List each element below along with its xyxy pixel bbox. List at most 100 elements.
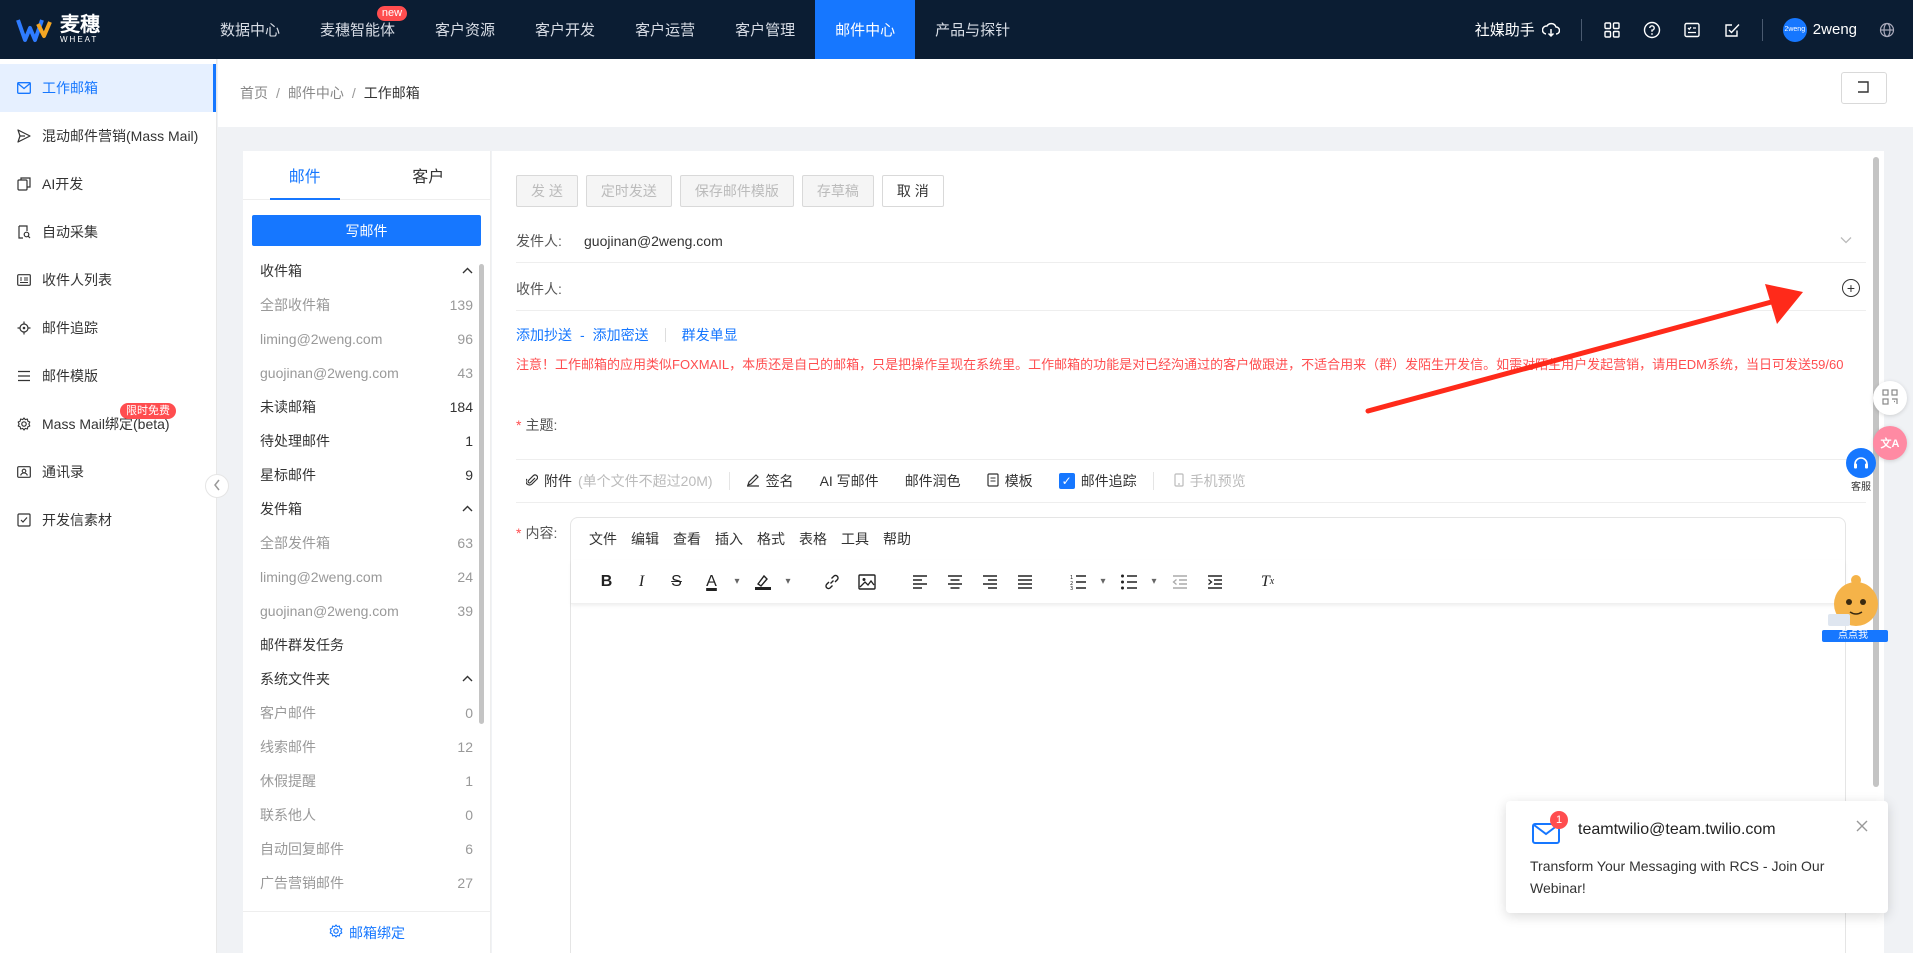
customer-service-button[interactable]: 客服 (1843, 448, 1879, 493)
nav-customer-operations[interactable]: 客户运营 (615, 0, 715, 59)
nav-products-probe[interactable]: 产品与探针 (915, 0, 1030, 59)
link-icon[interactable] (814, 567, 849, 597)
mass-single-display-link[interactable]: 群发单显 (682, 325, 738, 345)
edit-button[interactable] (1712, 20, 1752, 40)
mail-notification[interactable]: 1 teamtwilio@team.twilio.com Transform Y… (1506, 801, 1888, 913)
image-icon[interactable] (849, 567, 884, 597)
sidebar-item-ai-dev[interactable]: AI开发 (0, 160, 216, 208)
help-button[interactable] (1632, 20, 1672, 40)
folder-item-unread[interactable]: 未读邮箱 184 (243, 390, 490, 424)
inbox-group-header[interactable]: 收件箱 (243, 254, 490, 288)
indent-icon[interactable] (1197, 567, 1232, 597)
clear-format-icon[interactable]: Tx (1250, 567, 1285, 597)
nav-customer-management[interactable]: 客户管理 (715, 0, 815, 59)
align-left-icon[interactable] (902, 567, 937, 597)
folder-item[interactable]: 自动回复邮件 6 (243, 832, 490, 866)
sidebar-item-mail-tracking[interactable]: 邮件追踪 (0, 304, 216, 352)
menu-table[interactable]: 表格 (799, 529, 827, 549)
user-menu[interactable]: 2weng 2weng (1773, 17, 1867, 42)
media-helper-button[interactable]: 社媒助手 (1465, 19, 1571, 40)
menu-file[interactable]: 文件 (589, 529, 617, 549)
chevron-down-icon[interactable]: ▾ (729, 567, 745, 597)
menu-help[interactable]: 帮助 (883, 529, 911, 549)
breadcrumb-home[interactable]: 首页 (240, 83, 268, 103)
save-template-button[interactable]: 保存邮件模版 (679, 175, 794, 207)
outdent-icon[interactable] (1162, 567, 1197, 597)
tab-customer[interactable]: 客户 (367, 151, 491, 199)
polish-button[interactable]: 邮件润色 (895, 471, 977, 491)
bold-icon[interactable]: B (589, 567, 624, 597)
sidebar-item-work-mailbox[interactable]: 工作邮箱 (0, 64, 216, 112)
sidebar-item-recipient-list[interactable]: 收件人列表 (0, 256, 216, 304)
folder-item[interactable]: 客户邮件 0 (243, 696, 490, 730)
system-group-header[interactable]: 系统文件夹 (243, 662, 490, 696)
strikethrough-icon[interactable]: S (659, 567, 694, 597)
language-button[interactable] (1867, 20, 1913, 40)
folder-item[interactable]: 广告营销邮件 27 (243, 866, 490, 900)
sidebar-item-mass-mail-binding[interactable]: Mass Mail绑定(beta) 限时免费 (0, 400, 216, 448)
folder-item[interactable]: guojinan@2weng.com 39 (243, 594, 490, 628)
tasks-button[interactable] (1672, 20, 1712, 40)
assistant-mascot[interactable]: 点点我 (1820, 574, 1888, 644)
folder-item[interactable]: liming@2weng.com 24 (243, 560, 490, 594)
menu-insert[interactable]: 插入 (715, 529, 743, 549)
apps-grid-button[interactable] (1592, 20, 1632, 40)
sender-field[interactable]: 发件人: guojinan@2weng.com (516, 219, 1866, 263)
folder-item[interactable]: liming@2weng.com 96 (243, 322, 490, 356)
send-button[interactable]: 发 送 (516, 175, 578, 207)
logo[interactable]: 麦穗 WHEAT (0, 0, 200, 59)
folder-item[interactable]: 全部发件箱 63 (243, 526, 490, 560)
numbered-list-icon[interactable]: 123 (1060, 567, 1095, 597)
ai-write-button[interactable]: AI 写邮件 (810, 471, 895, 491)
sidebar-item-auto-collect[interactable]: 自动采集 (0, 208, 216, 256)
qr-code-button[interactable] (1873, 381, 1907, 415)
exit-fullscreen-button[interactable] (1841, 72, 1887, 104)
sidebar-item-address-book[interactable]: 通讯录 (0, 448, 216, 496)
sidebar-collapse-button[interactable] (205, 474, 229, 498)
folder-item-pending[interactable]: 待处理邮件 1 (243, 424, 490, 458)
add-bcc-link[interactable]: 添加密送 (593, 325, 649, 345)
add-cc-link[interactable]: 添加抄送 (516, 325, 572, 345)
schedule-send-button[interactable]: 定时发送 (585, 175, 672, 207)
folder-item[interactable]: 全部收件箱 139 (243, 288, 490, 322)
nav-mail-center[interactable]: 邮件中心 (815, 0, 916, 59)
folder-item[interactable]: guojinan@2weng.com 43 (243, 356, 490, 390)
menu-edit[interactable]: 编辑 (631, 529, 659, 549)
folder-item[interactable]: 联系他人 0 (243, 798, 490, 832)
tab-mail[interactable]: 邮件 (243, 151, 367, 200)
nav-data-center[interactable]: 数据中心 (200, 0, 300, 59)
breadcrumb-section[interactable]: 邮件中心 (288, 83, 344, 103)
sidebar-item-mass-mail[interactable]: 混动邮件营销(Mass Mail) (0, 112, 216, 160)
sidebar-item-mail-templates[interactable]: 邮件模版 (0, 352, 216, 400)
nav-customer-resources[interactable]: 客户资源 (415, 0, 515, 59)
menu-format[interactable]: 格式 (757, 529, 785, 549)
menu-view[interactable]: 查看 (673, 529, 701, 549)
add-recipient-plus-icon[interactable]: + (1842, 279, 1860, 297)
align-justify-icon[interactable] (1007, 567, 1042, 597)
chevron-down-icon[interactable]: ▾ (1095, 567, 1111, 597)
align-right-icon[interactable] (972, 567, 1007, 597)
chevron-down-icon[interactable]: ▾ (780, 567, 796, 597)
menu-tools[interactable]: 工具 (841, 529, 869, 549)
cancel-button[interactable]: 取 消 (881, 175, 944, 207)
folder-item-starred[interactable]: 星标邮件 9 (243, 458, 490, 492)
nav-ai-agent[interactable]: 麦穗智能体 new (300, 0, 415, 59)
folder-scrollbar[interactable] (479, 264, 484, 724)
nav-customer-development[interactable]: 客户开发 (515, 0, 615, 59)
template-button[interactable]: 模板 (977, 471, 1049, 491)
sidebar-item-dev-letter-material[interactable]: 开发信素材 (0, 496, 216, 544)
italic-icon[interactable]: I (624, 567, 659, 597)
folder-item[interactable]: 线索邮件 12 (243, 730, 490, 764)
highlight-icon[interactable] (745, 567, 780, 597)
signature-button[interactable]: 签名 (730, 471, 810, 491)
sent-group-header[interactable]: 发件箱 (243, 492, 490, 526)
align-center-icon[interactable] (937, 567, 972, 597)
folder-item-mass-task[interactable]: 邮件群发任务 (243, 628, 490, 662)
text-color-icon[interactable]: A (694, 567, 729, 597)
chevron-down-icon[interactable]: ▾ (1146, 567, 1162, 597)
bullet-list-icon[interactable] (1111, 567, 1146, 597)
bind-mailbox-button[interactable]: 邮箱绑定 (243, 911, 491, 953)
compose-button[interactable]: 写邮件 (252, 215, 481, 246)
attach-button[interactable]: 附件 (单个文件不超过20M) (516, 471, 729, 491)
folder-item[interactable]: 休假提醒 1 (243, 764, 490, 798)
